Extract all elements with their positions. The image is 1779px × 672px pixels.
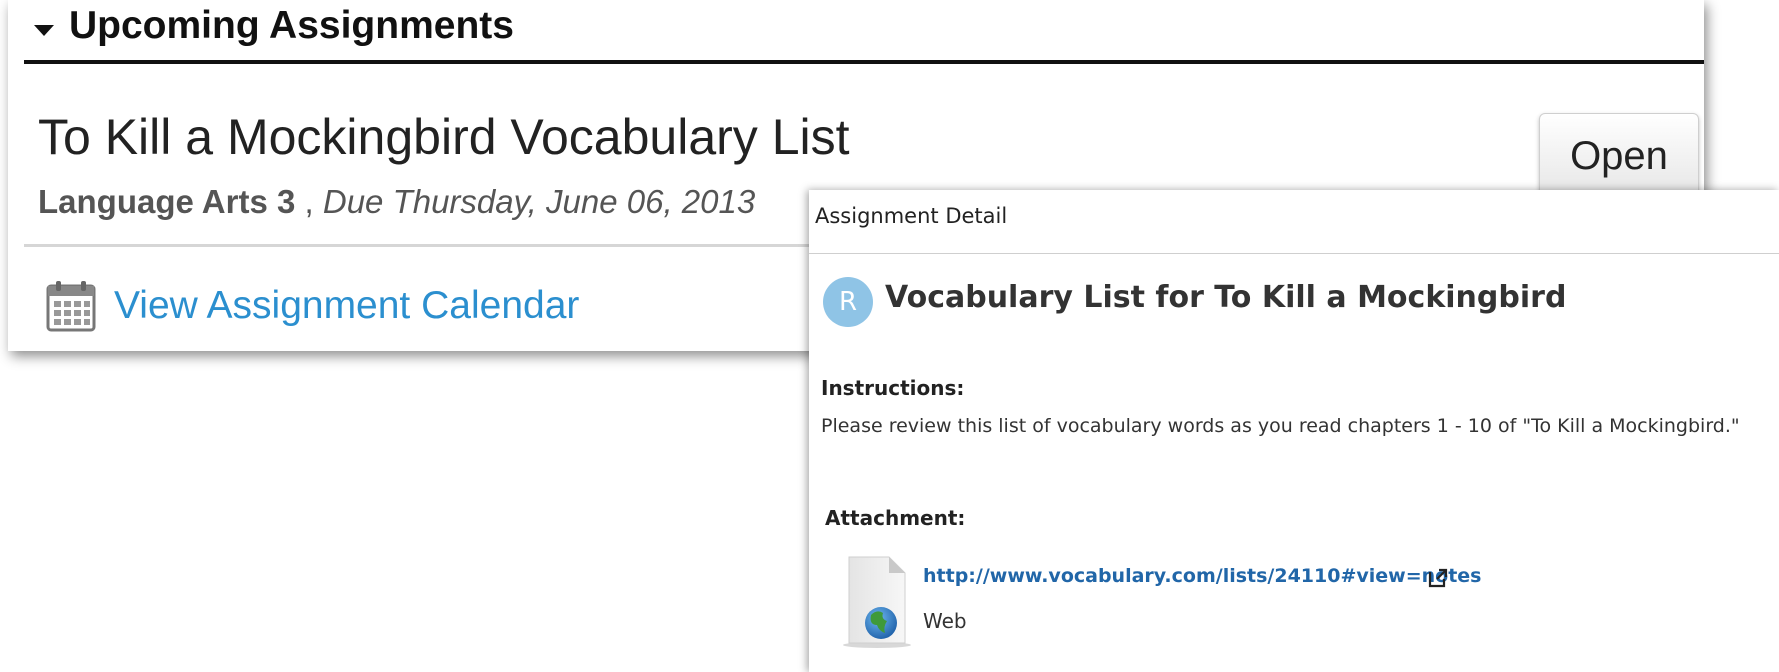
open-button[interactable]: Open (1539, 113, 1699, 198)
view-assignment-calendar-link[interactable]: View Assignment Calendar (114, 284, 579, 328)
instructions-text: Please review this list of vocabulary wo… (821, 415, 1740, 437)
due-date: Due Thursday, June 06, 2013 (322, 183, 756, 220)
detail-header-title: Assignment Detail (815, 204, 1008, 228)
attachment-type: Web (923, 609, 967, 633)
assignment-meta: Language Arts 3 , Due Thursday, June 06,… (38, 183, 755, 221)
external-link-icon[interactable] (1427, 567, 1449, 589)
detail-title: Vocabulary List for To Kill a Mockingbir… (885, 280, 1567, 315)
calendar-icon[interactable] (46, 280, 96, 332)
attachment-link[interactable]: http://www.vocabulary.com/lists/24110#vi… (923, 565, 1482, 587)
assignment-title: To Kill a Mockingbird Vocabulary List (38, 109, 850, 165)
web-file-icon (843, 556, 911, 648)
avatar: R (823, 277, 873, 327)
course-name: Language Arts 3 (38, 183, 296, 220)
detail-header: Assignment Detail (809, 190, 1779, 254)
assignment-detail-panel: Assignment Detail R Vocabulary List for … (809, 190, 1779, 672)
divider (24, 244, 824, 247)
instructions-label: Instructions: (821, 376, 965, 400)
section-title: Upcoming Assignments (69, 4, 514, 47)
attachment-label: Attachment: (825, 506, 966, 530)
upcoming-assignments-header[interactable]: Upcoming Assignments (24, 0, 1704, 64)
meta-separator: , (295, 183, 323, 220)
caret-down-icon[interactable] (34, 25, 54, 36)
